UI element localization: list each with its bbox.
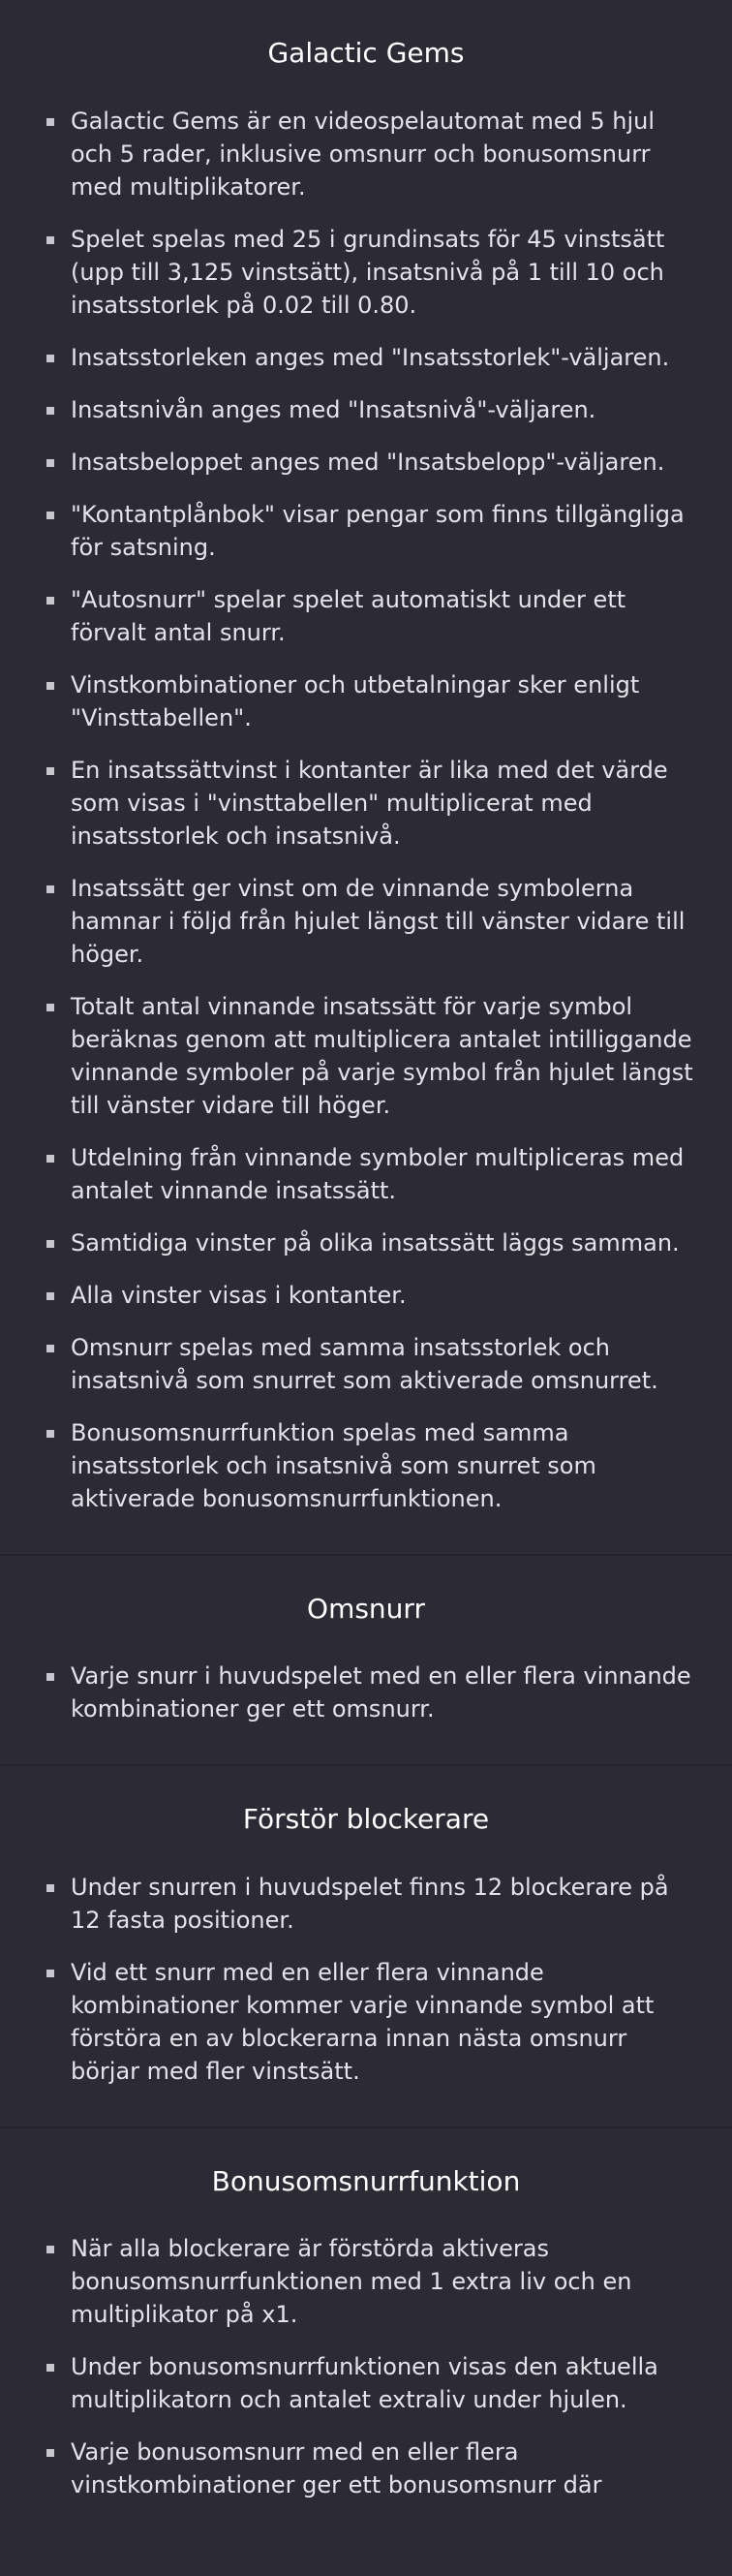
- list-item: Insatsnivån anges med "Insatsnivå"-välja…: [46, 393, 697, 426]
- section-title: Bonusomsnurrfunktion: [211, 2164, 521, 2197]
- list-item: Spelet spelas med 25 i grundinsats för 4…: [46, 223, 697, 322]
- list-item-text: Insatssätt ger vinst om de vinnande symb…: [71, 874, 686, 968]
- bullet-icon: [46, 1003, 54, 1011]
- section-forstor-blockerare: Förstör blockerare Under snurren i huvud…: [0, 1766, 732, 2128]
- list-item-text: Insatsnivån anges med "Insatsnivå"-välja…: [71, 395, 596, 423]
- section-title: Omsnurr: [307, 1592, 425, 1625]
- list-item-text: Utdelning från vinnande symboler multipl…: [71, 1143, 685, 1204]
- bullet-icon: [46, 1883, 54, 1892]
- list-item: Vid ett snurr med en eller flera vinnand…: [46, 1956, 697, 2088]
- list-item: Varje bonusomsnurr med en eller flera vi…: [46, 2436, 697, 2501]
- rules-list: Under snurren i huvudspelet finns 12 blo…: [0, 1871, 732, 2088]
- list-item-text: Vid ett snurr med en eller flera vinnand…: [71, 1958, 655, 2085]
- bullet-icon: [46, 2449, 54, 2458]
- bullet-icon: [46, 885, 54, 893]
- list-item-text: Spelet spelas med 25 i grundinsats för 4…: [71, 225, 665, 319]
- bullet-icon: [46, 681, 54, 690]
- list-item: Omsnurr spelas med samma insatsstorlek o…: [46, 1331, 697, 1397]
- list-item-text: Alla vinster visas i kontanter.: [71, 1281, 407, 1309]
- list-item: Under snurren i huvudspelet finns 12 blo…: [46, 1871, 697, 1937]
- bullet-icon: [46, 1154, 54, 1163]
- list-item: Alla vinster visas i kontanter.: [46, 1279, 697, 1312]
- list-item-text: Totalt antal vinnande insatssätt för var…: [71, 992, 693, 1119]
- bullet-icon: [46, 458, 54, 467]
- list-item-text: "Kontantplånbok" visar pengar som finns …: [71, 500, 685, 561]
- bullet-icon: [46, 1429, 54, 1438]
- list-item-text: Insatsbeloppet anges med "Insatsbelopp"-…: [71, 448, 665, 476]
- list-item-text: Under bonusomsnurrfunktionen visas den a…: [71, 2353, 658, 2414]
- list-item-text: Samtidiga vinster på olika insatssätt lä…: [71, 1228, 680, 1257]
- bullet-icon: [46, 596, 54, 605]
- list-item: Vinstkombinationer och utbetalningar ske…: [46, 668, 697, 734]
- list-item: Utdelning från vinnande symboler multipl…: [46, 1141, 697, 1207]
- list-item-text: Galactic Gems är en videospelautomat med…: [71, 107, 655, 201]
- section-title: Förstör blockerare: [242, 1803, 490, 1836]
- list-item: Varje snurr i huvudspelet med en eller f…: [46, 1660, 697, 1725]
- list-item: När alla blockerare är förstörda aktiver…: [46, 2232, 697, 2331]
- bullet-icon: [46, 1969, 54, 1977]
- list-item: Galactic Gems är en videospelautomat med…: [46, 105, 697, 203]
- bullet-icon: [46, 406, 54, 415]
- rules-list: Galactic Gems är en videospelautomat med…: [0, 105, 732, 1515]
- list-item: Insatsstorleken anges med "Insatsstorlek…: [46, 341, 697, 374]
- list-item: Insatssätt ger vinst om de vinnande symb…: [46, 872, 697, 971]
- bullet-icon: [46, 766, 54, 775]
- section-bonusomsnurrfunktion: Bonusomsnurrfunktion När alla blockerare…: [0, 2128, 732, 2541]
- bullet-icon: [46, 2246, 54, 2254]
- list-item-text: Omsnurr spelas med samma insatsstorlek o…: [71, 1333, 658, 1394]
- list-item: "Kontantplånbok" visar pengar som finns …: [46, 498, 697, 564]
- bullet-icon: [46, 1673, 54, 1682]
- list-item-text: Vinstkombinationer och utbetalningar ske…: [71, 670, 640, 731]
- list-item-text: Varje bonusomsnurr med en eller flera vi…: [71, 2438, 602, 2499]
- list-item-text: När alla blockerare är förstörda aktiver…: [71, 2235, 632, 2329]
- bullet-icon: [46, 354, 54, 362]
- rules-page: Galactic Gems Galactic Gems är en videos…: [0, 0, 732, 2540]
- list-item: Totalt antal vinnande insatssätt för var…: [46, 990, 697, 1122]
- list-item: "Autosnurr" spelar spelet automatiskt un…: [46, 583, 697, 649]
- list-item: Bonusomsnurrfunktion spelas med samma in…: [46, 1416, 697, 1515]
- list-item-text: "Autosnurr" spelar spelet automatiskt un…: [71, 585, 626, 646]
- bullet-icon: [46, 235, 54, 244]
- section-title: Galactic Gems: [267, 37, 465, 69]
- bullet-icon: [46, 117, 54, 126]
- list-item: En insatssättvinst i kontanter är lika m…: [46, 754, 697, 853]
- bullet-icon: [46, 511, 54, 519]
- section-omsnurr: Omsnurr Varje snurr i huvudspelet med en…: [0, 1556, 732, 1767]
- bullet-icon: [46, 2364, 54, 2373]
- bullet-icon: [46, 1291, 54, 1300]
- section-galactic-gems: Galactic Gems Galactic Gems är en videos…: [0, 0, 732, 1556]
- bullet-icon: [46, 1239, 54, 1248]
- list-item: Samtidiga vinster på olika insatssätt lä…: [46, 1226, 697, 1259]
- bullet-icon: [46, 1344, 54, 1352]
- rules-list: När alla blockerare är förstörda aktiver…: [0, 2232, 732, 2501]
- rules-list: Varje snurr i huvudspelet med en eller f…: [0, 1660, 732, 1725]
- list-item-text: Bonusomsnurrfunktion spelas med samma in…: [71, 1418, 596, 1512]
- list-item-text: Varje snurr i huvudspelet med en eller f…: [71, 1662, 691, 1723]
- list-item-text: Under snurren i huvudspelet finns 12 blo…: [71, 1873, 669, 1934]
- list-item-text: Insatsstorleken anges med "Insatsstorlek…: [71, 343, 670, 371]
- list-item: Under bonusomsnurrfunktionen visas den a…: [46, 2350, 697, 2416]
- list-item: Insatsbeloppet anges med "Insatsbelopp"-…: [46, 446, 697, 479]
- list-item-text: En insatssättvinst i kontanter är lika m…: [71, 756, 668, 850]
